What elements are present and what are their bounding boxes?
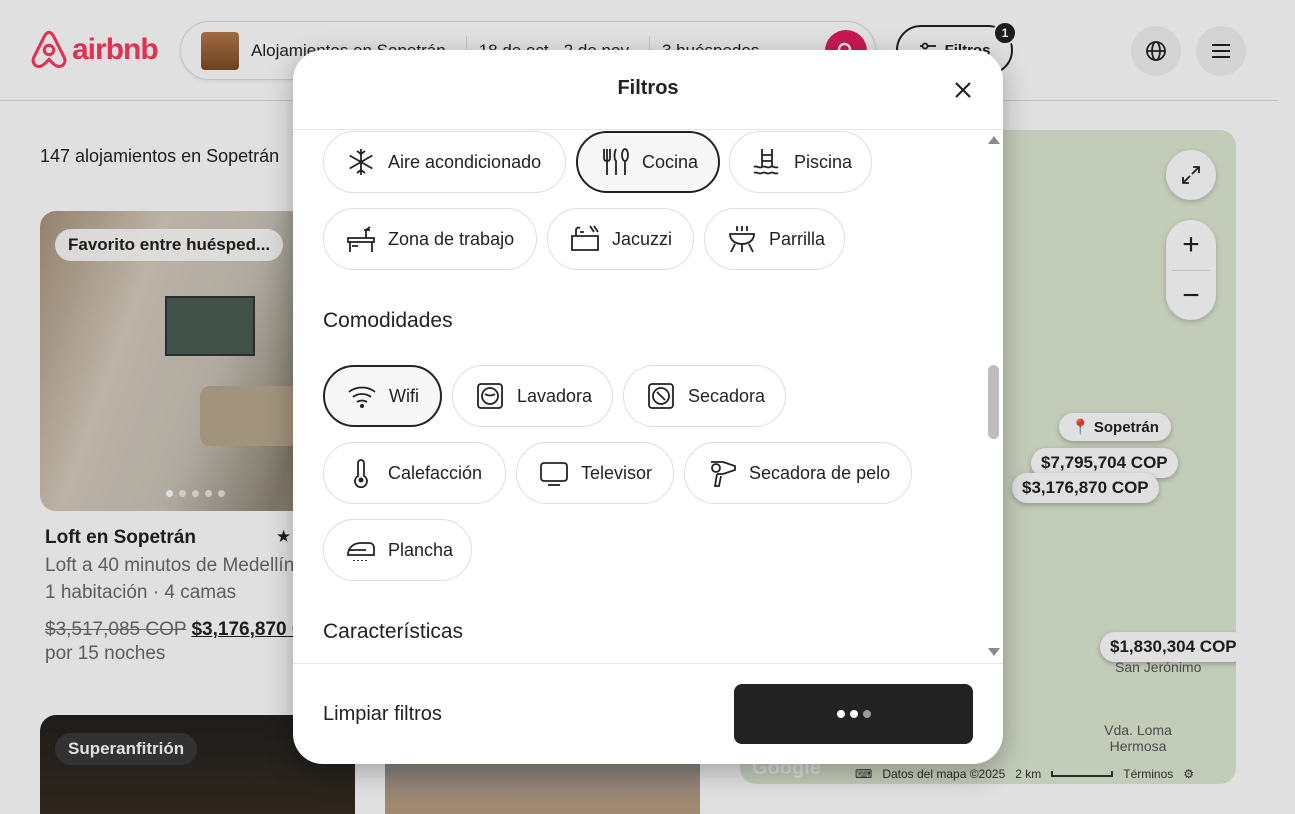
hairdryer-icon bbox=[711, 461, 736, 487]
chip-plancha[interactable]: Plancha bbox=[323, 519, 472, 581]
chip-label: Plancha bbox=[388, 539, 454, 560]
pool-icon bbox=[753, 149, 779, 175]
chip-label: Secadora de pelo bbox=[749, 462, 891, 483]
scroll-thumb[interactable] bbox=[988, 365, 999, 439]
chip-piscina[interactable]: Piscina bbox=[729, 131, 872, 193]
modal-scrollbar[interactable] bbox=[985, 131, 1001, 661]
chip-label: Zona de trabajo bbox=[388, 228, 515, 249]
chip-cocina[interactable]: Cocina bbox=[576, 131, 720, 193]
show-results-button[interactable] bbox=[734, 684, 973, 744]
kitchen-utensils-icon bbox=[603, 148, 629, 175]
snowflake-icon bbox=[349, 149, 373, 175]
modal-footer: Limpiar filtros bbox=[293, 663, 1003, 764]
chip-label: Lavadora bbox=[517, 385, 593, 406]
close-button[interactable] bbox=[947, 74, 979, 106]
chip-secadora-de-pelo[interactable]: Secadora de pelo bbox=[684, 442, 912, 504]
chip-aire-acondicionado[interactable]: Aire acondicionado bbox=[323, 131, 566, 193]
chip-label: Piscina bbox=[794, 151, 853, 172]
tv-icon bbox=[540, 462, 568, 486]
chip-lavadora[interactable]: Lavadora bbox=[452, 365, 613, 427]
features-section-title: Características bbox=[323, 620, 464, 643]
grill-icon bbox=[729, 226, 755, 253]
chip-label: Secadora bbox=[688, 385, 766, 406]
modal-title: Filtros bbox=[617, 77, 679, 99]
clear-filters-button[interactable]: Limpiar filtros bbox=[323, 703, 442, 726]
jacuzzi-icon bbox=[571, 225, 599, 251]
dryer-icon bbox=[648, 383, 674, 409]
chip-jacuzzi[interactable]: Jacuzzi bbox=[547, 208, 694, 270]
chip-wifi[interactable]: Wifi bbox=[323, 365, 442, 427]
loading-dot bbox=[836, 710, 845, 718]
chip-parrilla[interactable]: Parrilla bbox=[704, 208, 845, 270]
chip-label: Aire acondicionado bbox=[388, 151, 542, 172]
chip-televisor[interactable]: Televisor bbox=[516, 442, 674, 504]
loading-dot bbox=[862, 710, 871, 718]
chip-label: Parrilla bbox=[769, 228, 826, 249]
wifi-icon bbox=[348, 386, 376, 408]
filters-modal: Filtros Aire acondicionado Cocina Piscin… bbox=[293, 50, 1003, 764]
chip-label: Televisor bbox=[581, 462, 653, 483]
scroll-up-arrow[interactable] bbox=[988, 136, 1000, 144]
close-icon bbox=[955, 82, 971, 98]
loading-dot bbox=[849, 710, 858, 718]
chip-secadora[interactable]: Secadora bbox=[623, 365, 786, 427]
iron-icon bbox=[347, 542, 375, 561]
chip-label: Calefacción bbox=[388, 462, 483, 483]
washer-icon bbox=[477, 383, 503, 409]
chip-zona-de-trabajo[interactable]: Zona de trabajo bbox=[323, 208, 537, 270]
chip-label: Jacuzzi bbox=[612, 228, 673, 249]
amenities-section-title: Comodidades bbox=[323, 309, 453, 332]
scroll-down-arrow[interactable] bbox=[988, 648, 1000, 656]
desk-icon bbox=[347, 226, 375, 252]
chip-label: Cocina bbox=[642, 151, 699, 172]
modal-header: Filtros bbox=[293, 50, 1003, 130]
thermometer-icon bbox=[354, 459, 368, 488]
chip-label: Wifi bbox=[389, 385, 419, 406]
chip-calefaccion[interactable]: Calefacción bbox=[323, 442, 506, 504]
